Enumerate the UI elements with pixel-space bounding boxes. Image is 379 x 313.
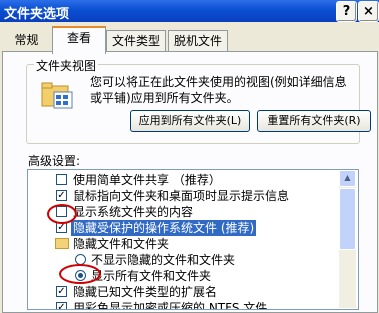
tab-file-types[interactable]: 文件类型 xyxy=(106,30,166,51)
tab-view[interactable]: 查看 xyxy=(52,26,106,54)
advanced-settings-label: 高级设置: xyxy=(28,154,81,168)
tab-strip: 常规 查看 文件类型 脱机文件 xyxy=(0,22,379,54)
close-button[interactable]: × xyxy=(358,1,379,22)
folder-views-description: 您可以将正在此文件夹使用的视图(例如详细信息或平铺)应用到所有文件夹。 xyxy=(90,75,347,105)
apply-to-all-folders-button[interactable]: 应用到所有文件夹(L) xyxy=(130,110,250,132)
vertical-scrollbar[interactable]: ▲ xyxy=(339,170,356,308)
folder-icon xyxy=(55,238,69,249)
list-item-label: 隐藏受保护的操作系统文件 (推荐) xyxy=(71,220,257,236)
window-title: 文件夹选项 xyxy=(4,7,70,22)
checkbox-checked[interactable]: ✓ xyxy=(56,286,67,297)
list-item-label: 鼠标指向文件夹和桌面项时显示提示信息 xyxy=(73,189,290,203)
checkbox[interactable] xyxy=(56,174,67,185)
checkbox-checked[interactable]: ✓ xyxy=(56,190,67,201)
list-item-label: 使用简单文件共享 （推荐） xyxy=(73,173,221,187)
folder-view-icon xyxy=(41,82,73,109)
list-item-label: 显示所有文件和文件夹 xyxy=(91,269,212,283)
title-bar: 文件夹选项 ? × xyxy=(0,0,379,22)
help-button[interactable]: ? xyxy=(336,1,357,22)
scroll-up-icon[interactable]: ▲ xyxy=(339,170,356,187)
list-item-label: 用彩色显示加密或压缩的 NTFS 文件 xyxy=(73,301,268,310)
reset-all-folders-button[interactable]: 重置所有文件夹(R) xyxy=(257,110,371,132)
scrollbar-thumb[interactable] xyxy=(339,188,356,250)
folder-views-legend: 文件夹视图 xyxy=(34,57,99,74)
advanced-settings-list[interactable]: 使用简单文件共享 （推荐） ✓ 鼠标指向文件夹和桌面项时显示提示信息 显示系统文… xyxy=(27,169,359,310)
list-item-label: 显示系统文件夹的内容 xyxy=(73,205,194,219)
tab-offline-files[interactable]: 脱机文件 xyxy=(168,30,228,51)
list-item-label: 隐藏文件和文件夹 xyxy=(73,237,170,251)
annotation-circle xyxy=(47,204,77,224)
annotation-circle xyxy=(59,264,101,284)
list-item-label: 隐藏已知文件类型的扩展名 xyxy=(73,285,218,299)
tab-general[interactable]: 常规 xyxy=(10,30,43,50)
checkbox-checked[interactable]: ✓ xyxy=(56,302,67,309)
list-item-label: 不显示隐藏的文件和文件夹 xyxy=(91,253,236,267)
